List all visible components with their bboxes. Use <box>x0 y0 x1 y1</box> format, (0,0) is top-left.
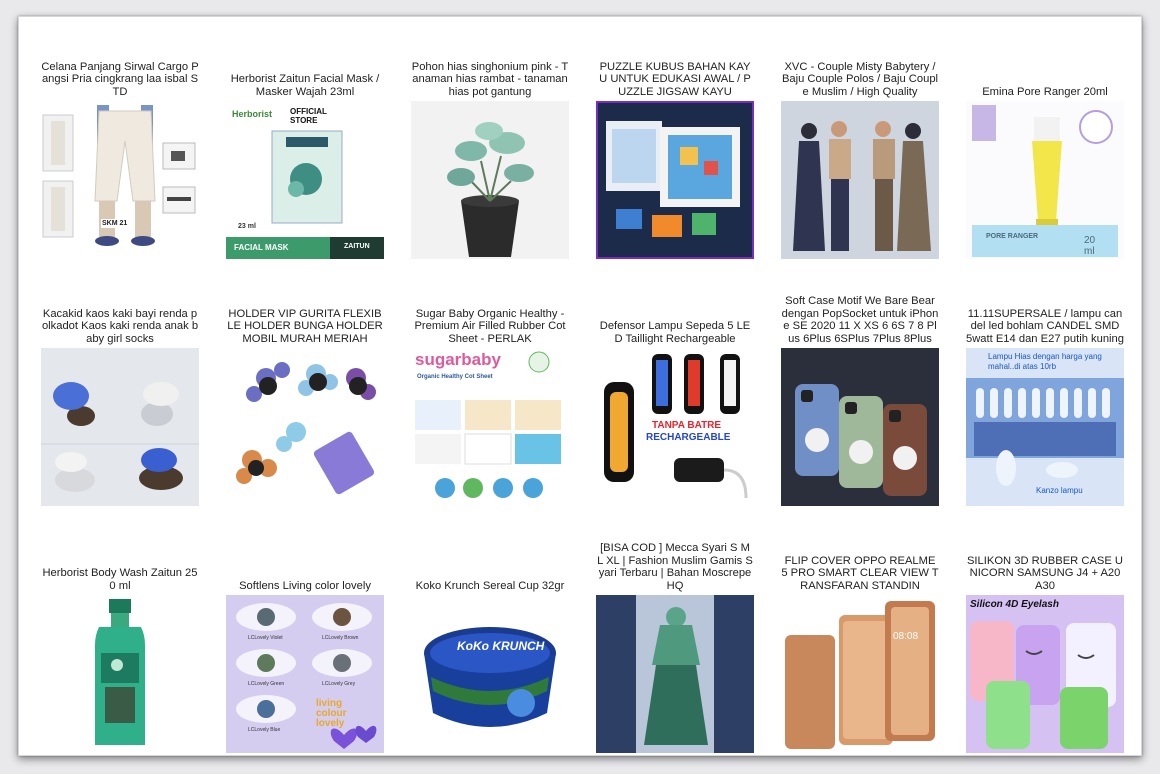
product-card[interactable]: [BISA COD ] Mecca Syari S M L XL | Fashi… <box>582 521 767 755</box>
image-label: SKM 21 <box>101 219 129 228</box>
promo-line2: RECHARGEABLE <box>646 432 731 443</box>
size-label: 20 ml <box>1084 235 1096 257</box>
product-card[interactable]: Sugar Baby Organic Healthy - Premium Air… <box>397 274 582 521</box>
product-card[interactable]: Emina Pore Ranger 20ml PORE RANGER 20 ml <box>952 27 1137 274</box>
product-title[interactable]: PUZZLE KUBUS BAHAN KAYU UNTUK EDUKASI AW… <box>596 61 754 98</box>
product-grid: Celana Panjang Sirwal Cargo Pangsi Pria … <box>27 27 1137 755</box>
product-image[interactable] <box>596 101 754 259</box>
product-card[interactable]: Defensor Lampu Sepeda 5 LED Taillight Re… <box>582 274 767 521</box>
product-image[interactable] <box>596 595 754 753</box>
product-title[interactable]: Pohon hias singhonium pink - Tanaman hia… <box>411 61 569 98</box>
product-card[interactable]: Herborist Zaitun Facial Mask / Masker Wa… <box>212 27 397 274</box>
product-title[interactable]: Herborist Zaitun Facial Mask / Masker Wa… <box>226 73 384 98</box>
product-image[interactable]: sugarbaby Organic Healthy Cot Sheet <box>411 348 569 506</box>
product-card[interactable]: SILIKON 3D RUBBER CASE UNICORN SAMSUNG J… <box>952 521 1137 755</box>
product-image[interactable]: LCLovely Violet LCLovely Brown LCLovely … <box>226 595 384 753</box>
promo-banner: Silicon 4D Eyelash <box>970 599 1059 610</box>
product-image[interactable]: KoKo KRUNCH <box>411 595 569 753</box>
product-image[interactable]: Silicon 4D Eyelash <box>966 595 1124 753</box>
product-image[interactable]: 08:08 <box>781 595 939 753</box>
tagline: Organic Healthy Cot Sheet <box>417 374 493 380</box>
product-title[interactable]: Emina Pore Ranger 20ml <box>966 86 1124 98</box>
product-image[interactable]: Herborist OFFICIAL STORE 23 ml FACIAL MA… <box>226 101 384 259</box>
product-card[interactable]: Koko Krunch Sereal Cup 32gr KoKo KRUNCH <box>397 521 582 755</box>
product-title[interactable]: Koko Krunch Sereal Cup 32gr <box>411 580 569 592</box>
lens-label-grey: LCLovely Grey <box>322 681 356 687</box>
product-card[interactable]: Celana Panjang Sirwal Cargo Pangsi Pria … <box>27 27 212 274</box>
product-title[interactable]: SILIKON 3D RUBBER CASE UNICORN SAMSUNG J… <box>966 555 1124 592</box>
caption: Kanzo lampu <box>1036 486 1083 495</box>
lens-label-brown: LCLovely Brown <box>322 635 359 641</box>
product-image[interactable]: SKM 21 <box>41 101 199 259</box>
product-title[interactable]: 11.11SUPERSALE / lampu candel led bohlam… <box>966 308 1124 345</box>
product-title[interactable]: Celana Panjang Sirwal Cargo Pangsi Pria … <box>41 61 199 98</box>
product-card[interactable]: XVC - Couple Misty Babytery / Baju Coupl… <box>767 27 952 274</box>
product-title[interactable]: Softlens Living color lovely <box>226 580 384 592</box>
product-card[interactable]: Pohon hias singhonium pink - Tanaman hia… <box>397 27 582 274</box>
lens-label-green: LCLovely Green <box>248 681 285 687</box>
product-title[interactable]: Herborist Body Wash Zaitun 250 ml <box>41 567 199 592</box>
product-title[interactable]: XVC - Couple Misty Babytery / Baju Coupl… <box>781 61 939 98</box>
product-label: PORE RANGER <box>986 233 1039 240</box>
brand-logo: Herborist <box>232 109 273 119</box>
product-title[interactable]: FLIP COVER OPPO REALME 5 PRO SMART CLEAR… <box>781 555 939 592</box>
size-label: 23 ml <box>238 223 256 230</box>
product-title[interactable]: Sugar Baby Organic Healthy - Premium Air… <box>411 308 569 345</box>
promo-line1: TANPA BATRE <box>652 420 722 431</box>
product-card[interactable]: 11.11SUPERSALE / lampu candel led bohlam… <box>952 274 1137 521</box>
product-grid-window: Celana Panjang Sirwal Cargo Pangsi Pria … <box>18 16 1142 756</box>
product-image[interactable]: TANPA BATRE RECHARGEABLE <box>596 348 754 506</box>
product-image[interactable] <box>41 348 199 506</box>
product-title[interactable]: Kacakid kaos kaki bayi renda polkadot Ka… <box>41 308 199 345</box>
type-label: FACIAL MASK <box>234 243 289 252</box>
product-title[interactable]: Soft Case Motif We Bare Bear dengan PopS… <box>781 295 939 345</box>
product-card[interactable]: FLIP COVER OPPO REALME 5 PRO SMART CLEAR… <box>767 521 952 755</box>
product-card[interactable]: Kacakid kaos kaki bayi renda polkadot Ka… <box>27 274 212 521</box>
lens-label-blue: LCLovely Blue <box>248 727 281 733</box>
product-title[interactable]: [BISA COD ] Mecca Syari S M L XL | Fashi… <box>596 542 754 592</box>
logo-text: living colour lovely <box>316 698 347 729</box>
product-title[interactable]: Defensor Lampu Sepeda 5 LED Taillight Re… <box>596 320 754 345</box>
brand-logo: sugarbaby <box>415 350 501 369</box>
product-image[interactable] <box>781 348 939 506</box>
variant-label: ZAITUN <box>344 243 370 250</box>
brand-logo: KoKo KRUNCH <box>457 639 545 653</box>
product-image[interactable] <box>226 348 384 506</box>
clock-display: 08:08 <box>893 631 919 642</box>
product-card[interactable]: Softlens Living color lovely LCLovely Vi <box>212 521 397 755</box>
product-image[interactable]: Lampu Hias dengan harga yang mahal..di a… <box>966 348 1124 506</box>
product-image[interactable] <box>411 101 569 259</box>
lens-label-violet: LCLovely Violet <box>248 635 283 641</box>
product-card[interactable]: Soft Case Motif We Bare Bear dengan PopS… <box>767 274 952 521</box>
product-title[interactable]: HOLDER VIP GURITA FLEXIBLE HOLDER BUNGA … <box>226 308 384 345</box>
store-badge: OFFICIAL STORE <box>290 107 327 125</box>
promo-banner: Lampu Hias dengan harga yang mahal..di a… <box>988 352 1102 371</box>
product-card[interactable]: HOLDER VIP GURITA FLEXIBLE HOLDER BUNGA … <box>212 274 397 521</box>
product-image[interactable]: PORE RANGER 20 ml <box>966 101 1124 259</box>
product-card[interactable]: Herborist Body Wash Zaitun 250 ml <box>27 521 212 755</box>
product-card[interactable]: PUZZLE KUBUS BAHAN KAYU UNTUK EDUKASI AW… <box>582 27 767 274</box>
product-image[interactable] <box>41 595 199 753</box>
product-image[interactable] <box>781 101 939 259</box>
